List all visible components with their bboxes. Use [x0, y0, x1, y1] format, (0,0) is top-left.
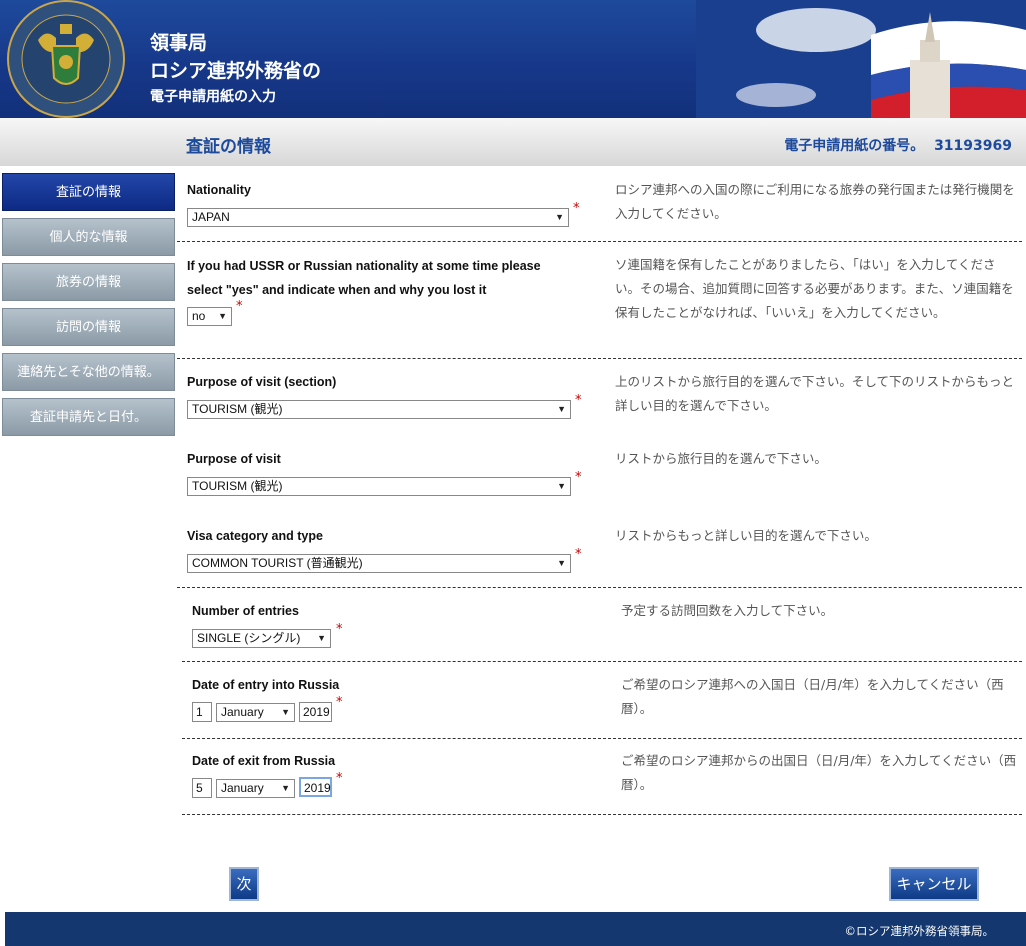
header-line-3: 電子申請用紙の入力	[150, 89, 276, 105]
dropdown-arrow-icon: ▼	[555, 212, 564, 222]
dropdown-arrow-icon: ▼	[557, 558, 566, 568]
ussr-nationality-help: ソ連国籍を保有したことがありましたら、「はい」を入力してください。その場合、追加…	[615, 257, 1014, 320]
sidebar-item-passport-info[interactable]: 旅券の情報	[2, 263, 175, 301]
sidebar-item-visa-info[interactable]: 査証の情報	[2, 173, 175, 211]
divider	[177, 587, 1022, 588]
entries-label: Number of entries	[192, 604, 299, 618]
ussr-nationality-select[interactable]: no ▼	[187, 307, 232, 326]
sidebar-item-visit-info[interactable]: 訪問の情報	[2, 308, 175, 346]
visa-category-help: リストからもっと詳しい目的を選んで下さい。	[615, 528, 877, 543]
divider	[177, 241, 1022, 242]
dropdown-arrow-icon: ▼	[218, 311, 227, 321]
entry-date-help: ご希望のロシア連邦への入国日（日/月/年）を入力してください（西暦）。	[621, 677, 1004, 716]
visa-category-select[interactable]: COMMON TOURIST (普通観光) ▼	[187, 554, 571, 573]
application-number-value: 31193969	[934, 138, 1012, 154]
purpose-select-value: TOURISM (観光)	[192, 479, 283, 493]
page-title: 査証の情報	[186, 137, 271, 157]
purpose-help: リストから旅行目的を選んで下さい。	[615, 451, 827, 466]
exit-date-help: ご希望のロシア連邦からの出国日（日/月/年）を入力してください（西暦）。	[621, 753, 1017, 792]
sidebar-nav: 査証の情報 個人的な情報 旅券の情報 訪問の情報 連絡先とそな他の情報。 査証申…	[2, 173, 175, 443]
sidebar-item-application-place-date[interactable]: 査証申請先と日付。	[2, 398, 175, 436]
required-mark: *	[573, 201, 580, 216]
footer-copyright: ©ロシア連邦外務省領事局。	[844, 924, 995, 938]
consular-department-emblem-icon	[7, 0, 125, 118]
purpose-section-select-value: TOURISM (観光)	[192, 402, 283, 416]
entry-day-input[interactable]: 1	[192, 702, 212, 722]
dropdown-arrow-icon: ▼	[557, 404, 566, 414]
entries-select-value: SINGLE (シングル)	[197, 631, 301, 645]
required-mark: *	[336, 771, 343, 786]
kremlin-flag-banner-image	[696, 0, 1026, 118]
dropdown-arrow-icon: ▼	[281, 783, 290, 793]
entry-month-select[interactable]: January ▼	[216, 703, 295, 722]
next-button[interactable]: 次	[229, 867, 259, 901]
dropdown-arrow-icon: ▼	[281, 707, 290, 717]
purpose-section-label: Purpose of visit (section)	[187, 375, 337, 389]
application-number-label: 電子申請用紙の番号。	[784, 138, 925, 154]
required-mark: *	[336, 622, 343, 637]
sidebar-item-contact-info[interactable]: 連絡先とそな他の情報。	[2, 353, 175, 391]
exit-day-input[interactable]: 5	[192, 778, 212, 798]
divider	[182, 814, 1022, 815]
purpose-section-select[interactable]: TOURISM (観光) ▼	[187, 400, 571, 419]
purpose-label: Purpose of visit	[187, 452, 281, 466]
header-title: 領事局 ロシア連邦外務省の 電子申請用紙の入力	[150, 30, 321, 108]
header-line-2: ロシア連邦外務省の	[150, 60, 322, 82]
ussr-nationality-select-value: no	[192, 309, 206, 323]
entry-year-input[interactable]: 2019	[299, 702, 332, 722]
entry-date-label: Date of entry into Russia	[192, 678, 340, 692]
purpose-section-help: 上のリストから旅行目的を選んで下さい。そして下のリストからもっと詳しい目的を選ん…	[615, 374, 1015, 413]
exit-year-input[interactable]: 2019	[299, 777, 332, 797]
divider	[177, 358, 1022, 359]
dropdown-arrow-icon: ▼	[557, 481, 566, 491]
footer: ©ロシア連邦外務省領事局。	[5, 912, 1026, 946]
exit-month-select-value: January	[221, 781, 264, 795]
header-line-1: 領事局	[150, 32, 208, 54]
required-mark: *	[336, 695, 343, 710]
title-bar: 査証の情報 電子申請用紙の番号。 31193969	[0, 118, 1026, 166]
entries-help: 予定する訪問回数を入力して下さい。	[621, 603, 834, 618]
required-mark: *	[575, 470, 582, 485]
divider	[182, 661, 1022, 662]
purpose-select[interactable]: TOURISM (観光) ▼	[187, 477, 571, 496]
nationality-select[interactable]: JAPAN ▼	[187, 208, 569, 227]
ussr-nationality-label: If you had USSR or Russian nationality a…	[187, 259, 541, 297]
entries-select[interactable]: SINGLE (シングル) ▼	[192, 629, 331, 648]
nationality-select-value: JAPAN	[192, 210, 230, 224]
exit-date-label: Date of exit from Russia	[192, 754, 336, 768]
header-banner: 領事局 ロシア連邦外務省の 電子申請用紙の入力	[0, 0, 1026, 118]
required-mark: *	[575, 547, 582, 562]
required-mark: *	[236, 299, 243, 314]
cancel-button[interactable]: キャンセル	[889, 867, 979, 901]
required-mark: *	[575, 393, 582, 408]
visa-category-select-value: COMMON TOURIST (普通観光)	[192, 556, 363, 570]
sidebar-item-personal-info[interactable]: 個人的な情報	[2, 218, 175, 256]
dropdown-arrow-icon: ▼	[317, 633, 326, 643]
application-number: 電子申請用紙の番号。 31193969	[784, 135, 1012, 155]
visa-category-label: Visa category and type	[187, 529, 323, 543]
entry-month-select-value: January	[221, 705, 264, 719]
exit-month-select[interactable]: January ▼	[216, 779, 295, 798]
nationality-label: Nationality	[187, 183, 251, 197]
divider	[182, 738, 1022, 739]
nationality-help: ロシア連邦への入国の際にご利用になる旅券の発行国または発行機関を入力してください…	[615, 182, 1015, 221]
